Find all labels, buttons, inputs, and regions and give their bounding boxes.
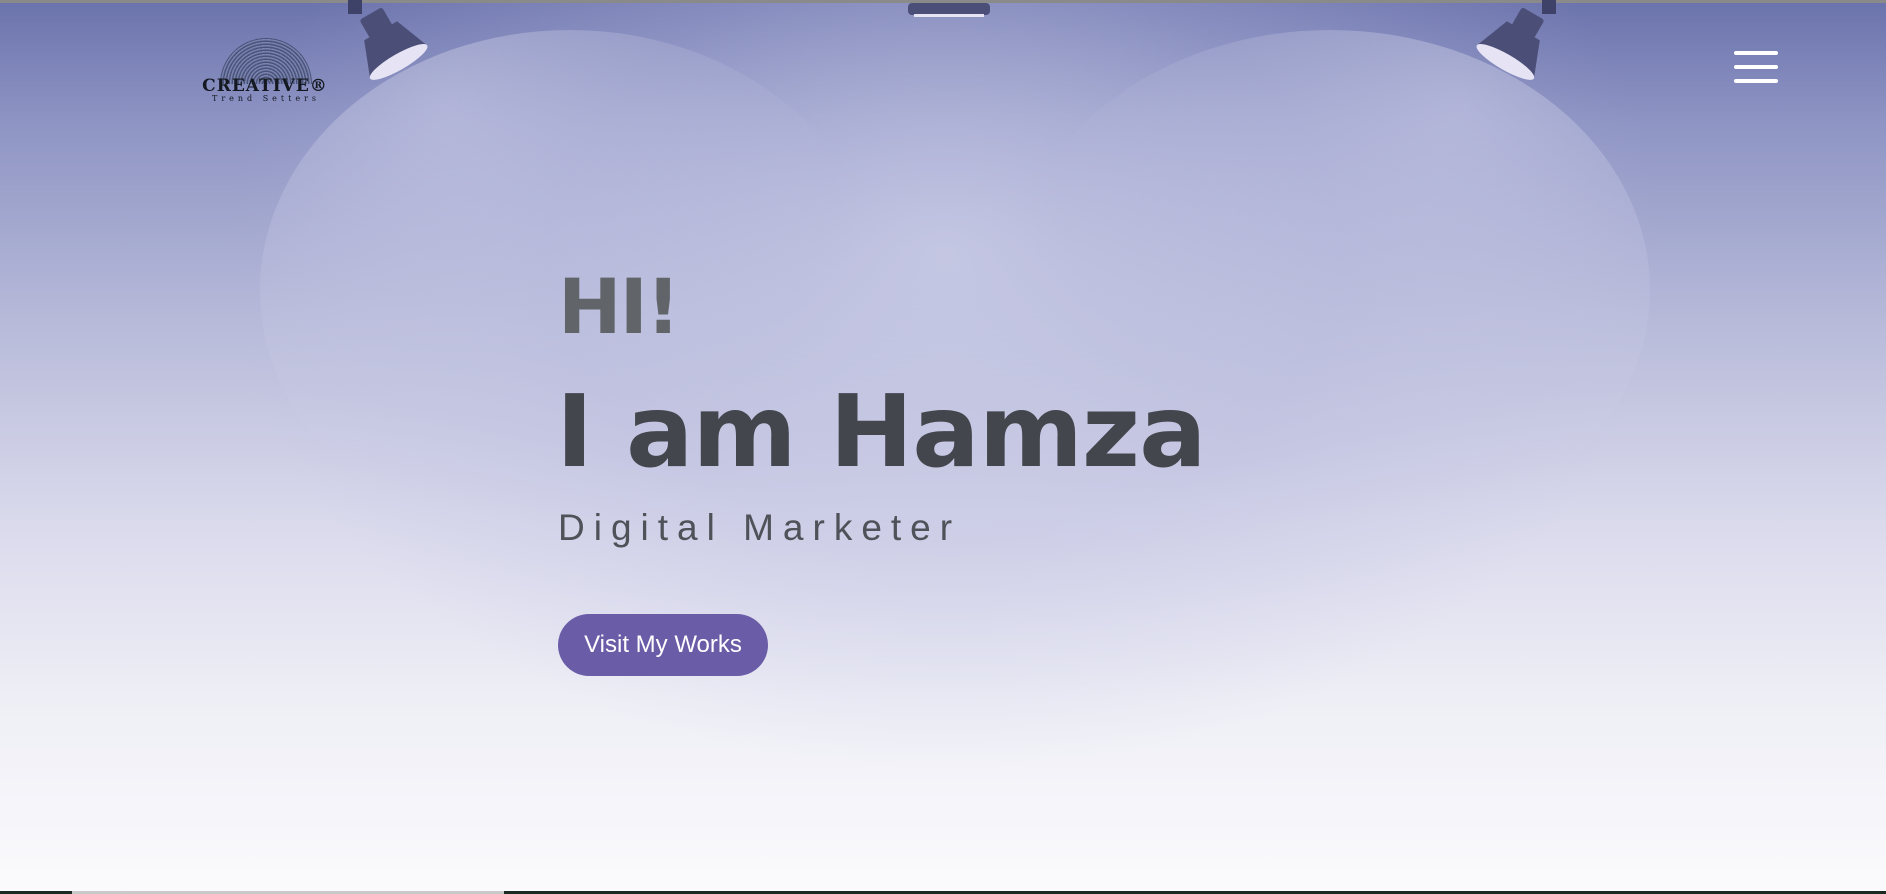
hero-greeting: HI! bbox=[558, 262, 681, 351]
left-spotlight-lamp-icon bbox=[348, 0, 428, 80]
visit-my-works-button[interactable]: Visit My Works bbox=[558, 614, 768, 676]
logo-tagline: Trend Setters bbox=[211, 94, 321, 103]
logo-wordmark: CREATIVE® bbox=[202, 76, 328, 96]
menu-button[interactable] bbox=[1730, 46, 1782, 88]
hamburger-menu-icon bbox=[1734, 51, 1778, 55]
right-spotlight-lamp-icon bbox=[1476, 0, 1556, 80]
hamburger-menu-icon bbox=[1734, 79, 1778, 83]
hero-name-heading: I am Hamza bbox=[556, 373, 1207, 490]
center-spotlight-lamp-icon bbox=[908, 3, 990, 17]
hamburger-menu-icon bbox=[1734, 65, 1778, 69]
logo[interactable]: CREATIVE® Trend Setters bbox=[188, 38, 344, 104]
hero-role-subtitle: Digital Marketer bbox=[558, 507, 962, 548]
hero-page: CREATIVE® Trend Setters HI! I am Hamza D… bbox=[0, 0, 1886, 894]
